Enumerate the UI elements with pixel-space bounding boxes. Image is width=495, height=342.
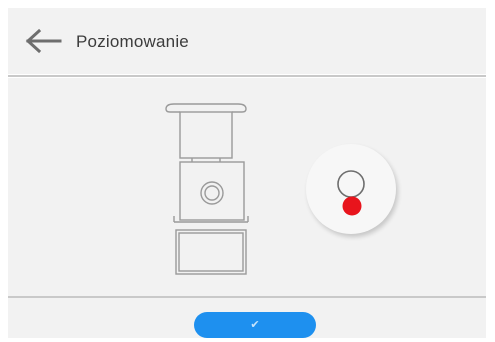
main-content	[8, 78, 486, 296]
header-bar: Poziomowanie	[8, 8, 486, 74]
check-icon: ✔	[250, 318, 260, 331]
scale-icon	[165, 103, 249, 275]
confirm-button[interactable]: ✔	[194, 312, 316, 338]
arrow-left-icon	[25, 28, 62, 54]
scale-illustration	[160, 94, 252, 280]
header-divider	[8, 75, 486, 77]
level-target-circle	[337, 170, 365, 198]
page-title: Poziomowanie	[76, 32, 189, 51]
footer-bar: ✔	[8, 298, 486, 338]
level-indicator	[306, 144, 396, 234]
level-bubble	[342, 196, 362, 216]
back-button[interactable]	[24, 28, 64, 54]
leveling-screen: Poziomowanie ✔	[0, 0, 495, 342]
